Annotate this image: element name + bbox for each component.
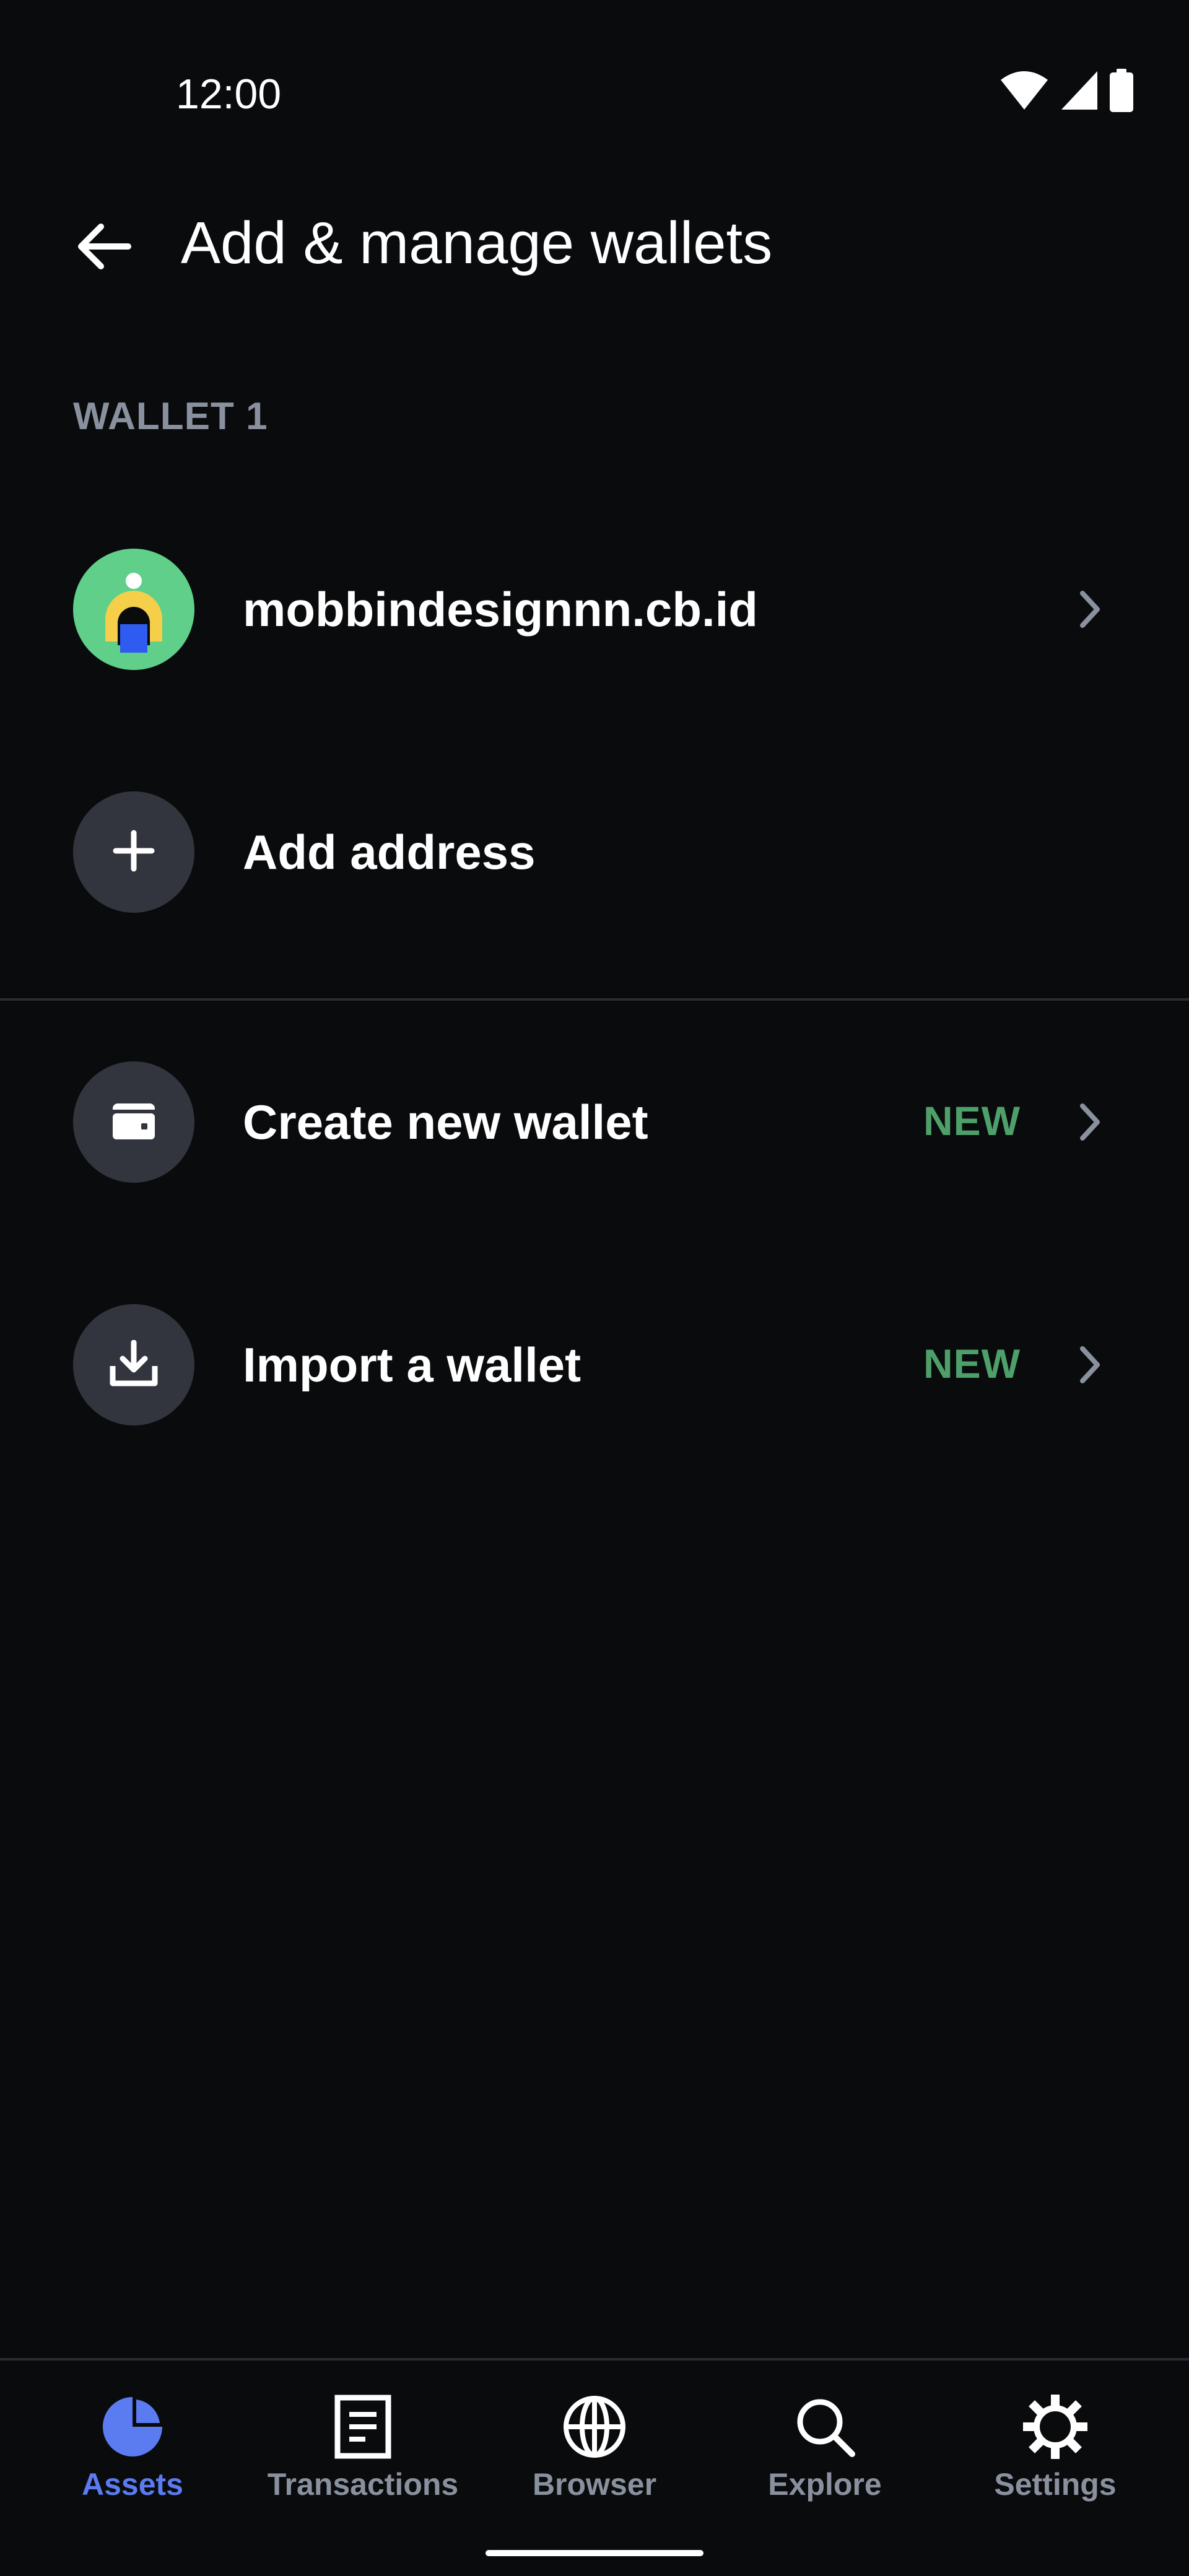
battery-icon: [1110, 69, 1133, 112]
chevron-right-icon: [1068, 1342, 1112, 1387]
nav-item-settings[interactable]: Settings: [940, 2361, 1170, 2546]
arrow-left-icon: [76, 223, 132, 273]
wifi-icon: [1000, 70, 1049, 111]
nav-item-assets[interactable]: Assets: [17, 2361, 248, 2546]
nav-item-transactions[interactable]: Transactions: [248, 2361, 478, 2546]
chevron-right-icon: [1068, 587, 1112, 632]
section-label: WALLET 1: [73, 395, 268, 438]
bottom-nav: Assets Transactions Browser Explore Sett…: [0, 2358, 1189, 2576]
nav-label-assets: Assets: [82, 2467, 183, 2502]
create-wallet-icon-circle: [73, 1061, 194, 1183]
import-wallet-icon-circle: [73, 1304, 194, 1425]
wallet-icon: [111, 1101, 156, 1144]
section-divider: [0, 998, 1189, 1001]
import-wallet-row[interactable]: Import a wallet NEW: [0, 1304, 1189, 1515]
globe-icon: [560, 2393, 629, 2461]
search-icon: [791, 2393, 859, 2461]
pie-chart-icon: [98, 2393, 167, 2461]
nav-label-transactions: Transactions: [267, 2467, 459, 2502]
status-bar: 12:00: [0, 0, 1189, 186]
new-badge: NEW: [923, 1341, 1021, 1386]
document-icon: [329, 2393, 397, 2461]
avatar: [73, 549, 194, 670]
download-icon: [109, 1339, 159, 1390]
import-wallet-label: Import a wallet: [243, 1338, 581, 1392]
wallet-row[interactable]: mobbindesignnn.cb.id: [0, 549, 1189, 759]
add-address-label: Add address: [243, 825, 536, 879]
nav-label-settings: Settings: [994, 2467, 1117, 2502]
cellular-signal-icon: [1060, 70, 1099, 111]
nav-label-explore: Explore: [768, 2467, 882, 2502]
create-new-wallet-row[interactable]: Create new wallet NEW: [0, 1061, 1189, 1272]
chevron-right-icon: [1068, 1100, 1112, 1144]
gear-icon: [1021, 2393, 1089, 2461]
nav-label-browser: Browser: [532, 2467, 657, 2502]
status-icons: [1000, 68, 1133, 113]
plus-icon: [112, 829, 155, 876]
wallet-address-label: mobbindesignnn.cb.id: [243, 582, 758, 637]
nav-item-explore[interactable]: Explore: [710, 2361, 940, 2546]
home-indicator[interactable]: [486, 2550, 703, 2556]
new-badge: NEW: [923, 1098, 1021, 1144]
add-address-icon-circle: [73, 791, 194, 913]
nav-item-browser[interactable]: Browser: [479, 2361, 710, 2546]
back-button[interactable]: [61, 204, 147, 291]
add-address-row[interactable]: Add address: [0, 791, 1189, 1002]
page-title: Add & manage wallets: [181, 210, 773, 276]
create-new-wallet-label: Create new wallet: [243, 1095, 648, 1149]
app-bar: Add & manage wallets: [0, 186, 1189, 291]
status-time: 12:00: [176, 71, 282, 118]
